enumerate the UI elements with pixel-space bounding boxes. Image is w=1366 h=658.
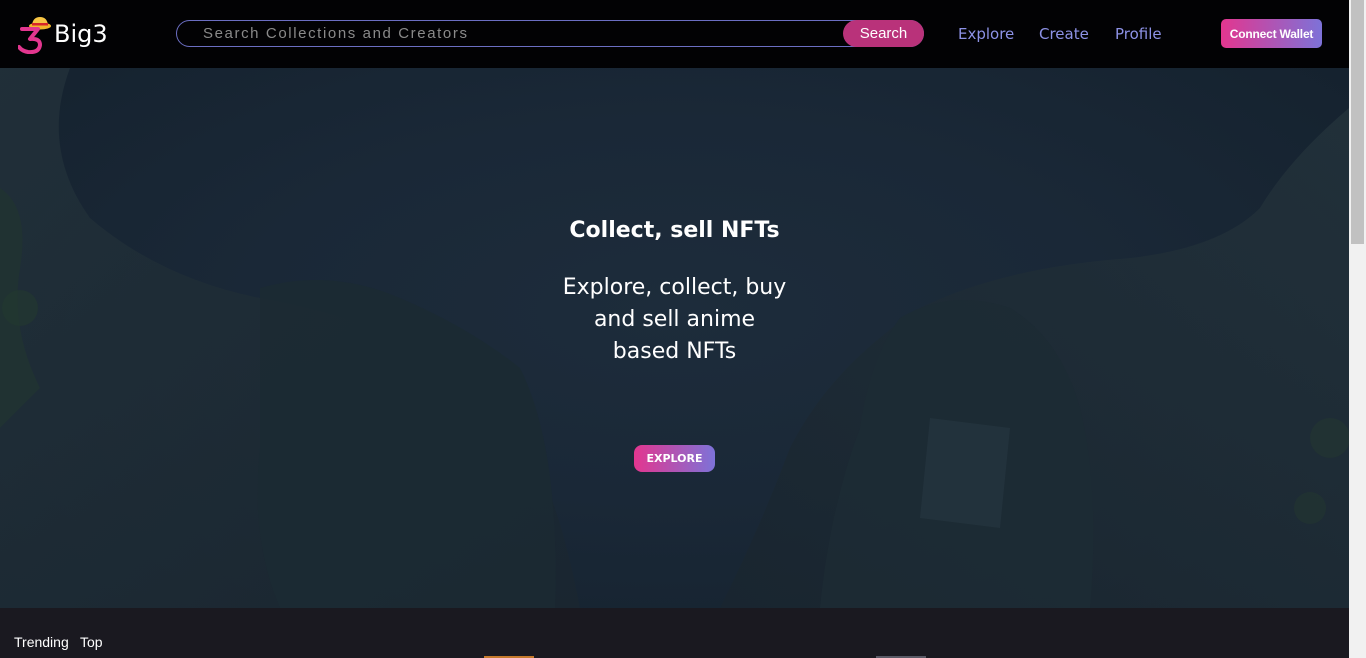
- tab-trending[interactable]: Trending: [14, 634, 69, 650]
- connect-wallet-button[interactable]: Connect Wallet: [1221, 19, 1322, 48]
- hero-explore-button[interactable]: EXPLORE: [634, 445, 715, 472]
- logo-icon: [18, 17, 51, 54]
- hero-subtitle: Explore, collect, buy and sell anime bas…: [562, 275, 787, 364]
- search-button[interactable]: Search: [843, 20, 924, 47]
- nav-link-profile[interactable]: Profile: [1115, 25, 1162, 43]
- nav-link-explore[interactable]: Explore: [958, 25, 1014, 43]
- brand-logo[interactable]: Big3: [18, 16, 118, 54]
- search-input[interactable]: [177, 21, 842, 46]
- search-bar: Search: [176, 20, 924, 47]
- brand-name: Big3: [54, 20, 108, 48]
- scrollbar-thumb[interactable]: [1351, 0, 1364, 244]
- top-navbar: Big3 Search Explore Create Profile Conne…: [0, 0, 1349, 68]
- hero-title: Collect, sell NFTs: [569, 218, 780, 243]
- tab-top[interactable]: Top: [80, 634, 103, 650]
- nav-link-create[interactable]: Create: [1039, 25, 1089, 43]
- hero-section: Collect, sell NFTs Explore, collect, buy…: [0, 68, 1349, 608]
